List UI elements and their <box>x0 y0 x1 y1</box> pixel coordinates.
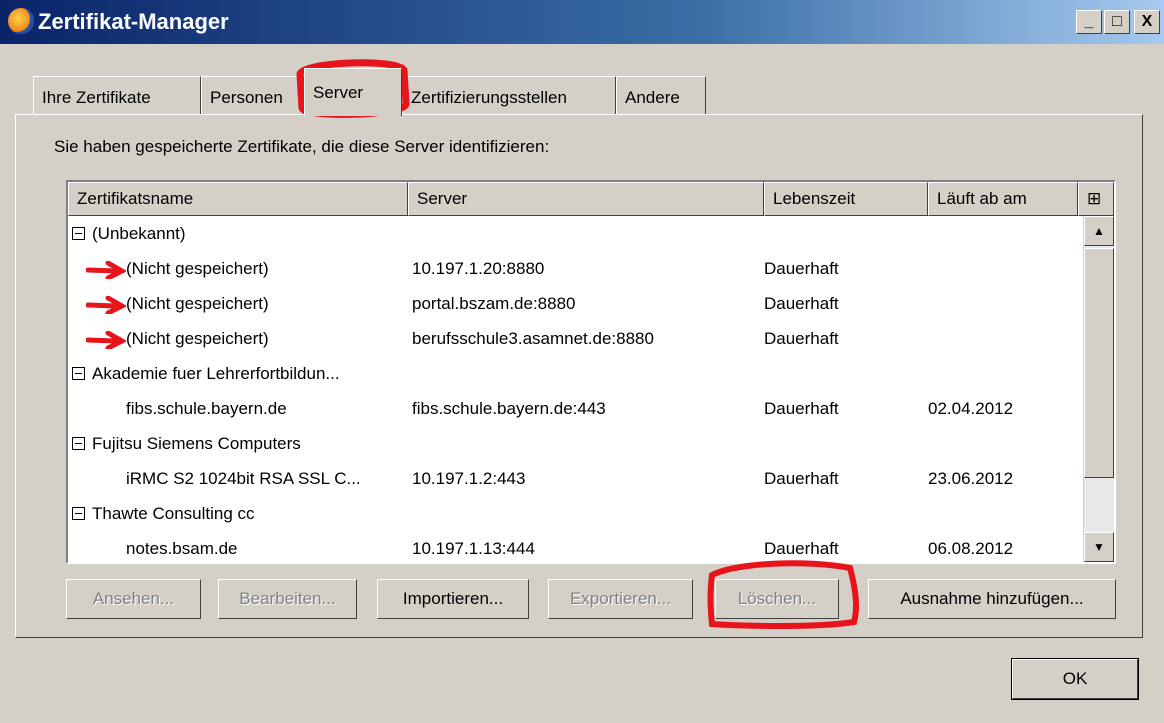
column-header-name[interactable]: Zertifikatsname <box>68 182 408 216</box>
close-button[interactable]: X <box>1134 10 1160 34</box>
window-title: Zertifikat-Manager <box>38 9 229 34</box>
import-button[interactable]: Importieren... <box>377 579 529 619</box>
tree-group-row[interactable]: Fujitsu Siemens Computers <box>68 428 1078 462</box>
tab-personen[interactable]: Personen <box>201 76 304 114</box>
collapse-toggle-icon[interactable] <box>72 367 85 380</box>
scroll-thumb[interactable] <box>1084 248 1114 478</box>
group-label: Fujitsu Siemens Computers <box>92 434 301 453</box>
red-arrow-annotation <box>86 331 126 349</box>
column-header-expires[interactable]: Läuft ab am <box>928 182 1078 216</box>
scroll-down-button[interactable]: ▼ <box>1084 532 1114 562</box>
table-row[interactable]: (Nicht gespeichert) berufsschule3.asamnet… <box>68 323 1078 357</box>
certificate-tree[interactable]: Zertifikatsname Server Lebenszeit Läuft … <box>66 180 1116 564</box>
ok-button[interactable]: OK <box>1011 658 1139 700</box>
cert-lifetime: Dauerhaft <box>764 539 839 558</box>
description-text: Sie haben gespeicherte Zertifikate, die … <box>54 137 550 156</box>
group-label: Akademie fuer Lehrerfortbildun... <box>92 364 340 383</box>
cert-lifetime: Dauerhaft <box>764 469 839 488</box>
cert-server: 10.197.1.2:443 <box>412 469 526 488</box>
tree-group-row[interactable]: (Unbekannt) <box>68 218 1078 252</box>
scroll-up-button[interactable]: ▲ <box>1084 216 1114 246</box>
collapse-toggle-icon[interactable] <box>72 507 85 520</box>
table-row[interactable]: (Nicht gespeichert) 10.197.1.20:8880 Dauer… <box>68 253 1078 287</box>
group-label: (Unbekannt) <box>92 224 186 243</box>
tab-ihre-zertifikate[interactable]: Ihre Zertifikate <box>33 76 201 114</box>
group-label: Thawte Consulting cc <box>92 504 255 523</box>
cert-expires: 02.04.2012 <box>928 399 1014 418</box>
cert-server: fibs.schule.bayern.de:443 <box>412 399 606 418</box>
red-arrow-annotation <box>86 296 126 314</box>
cert-server: portal.bszam.de:8880 <box>412 294 576 313</box>
cert-lifetime: Dauerhaft <box>764 329 839 348</box>
cert-lifetime: Dauerhaft <box>764 399 839 418</box>
cert-server: berufsschule3.asamnet.de:8880 <box>412 329 654 348</box>
cert-server: 10.197.1.20:8880 <box>412 259 545 278</box>
cert-server: 10.197.1.13:444 <box>412 539 535 558</box>
cert-lifetime: Dauerhaft <box>764 259 839 278</box>
table-row[interactable]: notes.bsam.de 10.197.1.13:444 Dauerhaft 06.… <box>68 533 1078 562</box>
collapse-toggle-icon[interactable] <box>72 437 85 450</box>
tab-andere[interactable]: Andere <box>616 76 706 114</box>
column-header-server[interactable]: Server <box>408 182 764 216</box>
red-arrow-annotation <box>86 261 126 279</box>
table-row[interactable]: iRMC S2 1024bit RSA SSL C... 10.197.1.2:4… <box>68 463 1078 497</box>
maximize-button[interactable]: □ <box>1104 10 1130 34</box>
column-picker-icon[interactable]: ⊞ <box>1078 182 1114 216</box>
tree-group-row[interactable]: Thawte Consulting cc <box>68 498 1078 532</box>
firefox-icon <box>8 8 34 34</box>
table-row[interactable]: fibs.schule.bayern.de fibs.schule.bayern.… <box>68 393 1078 427</box>
collapse-toggle-icon[interactable] <box>72 227 85 240</box>
cert-expires: 06.08.2012 <box>928 539 1014 558</box>
add-exception-button[interactable]: Ausnahme hinzufügen... <box>868 579 1116 619</box>
export-button[interactable]: Exportieren... <box>548 579 693 619</box>
cert-name: notes.bsam.de <box>126 539 238 558</box>
tree-group-row[interactable]: Akademie fuer Lehrerfortbildun... <box>68 358 1078 392</box>
delete-button[interactable]: Löschen... <box>715 579 839 619</box>
cert-name: fibs.schule.bayern.de <box>126 399 287 418</box>
title-bar[interactable]: Zertifikat-Manager _ □ X <box>0 0 1164 44</box>
cert-lifetime: Dauerhaft <box>764 294 839 313</box>
cert-name: (Nicht gespeichert) <box>126 329 269 348</box>
view-button[interactable]: Ansehen... <box>66 579 201 619</box>
minimize-button[interactable]: _ <box>1076 10 1102 34</box>
edit-button[interactable]: Bearbeiten... <box>218 579 357 619</box>
tab-zertifizierungsstellen[interactable]: Zertifizierungsstellen <box>402 76 616 114</box>
cert-expires: 23.06.2012 <box>928 469 1014 488</box>
cert-name: (Nicht gespeichert) <box>126 259 269 278</box>
cert-name: iRMC S2 1024bit RSA SSL C... <box>126 469 361 488</box>
cert-name: (Nicht gespeichert) <box>126 294 269 313</box>
table-row[interactable]: (Nicht gespeichert) portal.bszam.de:8880 D… <box>68 288 1078 322</box>
tab-server[interactable]: Server <box>304 68 402 116</box>
vertical-scrollbar[interactable]: ▲ ▼ <box>1083 216 1114 562</box>
column-header-lifetime[interactable]: Lebenszeit <box>764 182 928 216</box>
